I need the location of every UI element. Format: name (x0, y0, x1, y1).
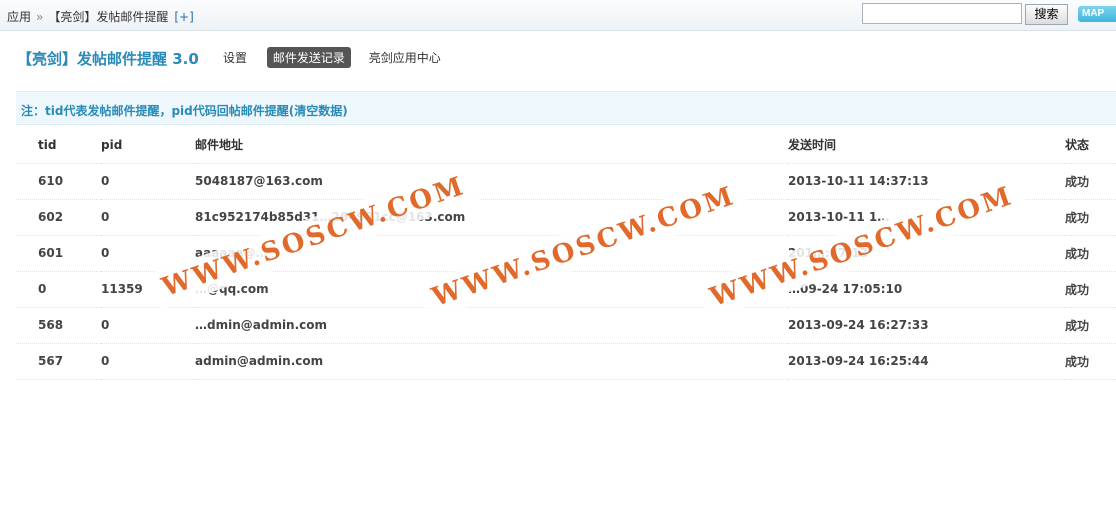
cell-send-time: 2013-09-24 16:27:33 (788, 307, 1065, 344)
table-row: 568 0 …dmin@admin.com 2013-09-24 16:27:3… (16, 307, 1116, 344)
search-input[interactable] (862, 3, 1022, 24)
breadcrumb: 应用 » 【亮剑】发帖邮件提醒 [+] (7, 8, 194, 25)
cell-status: 成功 (1065, 235, 1116, 272)
column-header-tid: tid (16, 127, 101, 164)
table-row: 610 0 5048187@163.com 2013-10-11 14:37:1… (16, 163, 1116, 200)
cell-tid: 567 (16, 343, 101, 380)
table-header-row: tid pid 邮件地址 发送时间 状态 (16, 127, 1116, 164)
app-nav: 设置 邮件发送记录 亮剑应用中心 (223, 47, 455, 68)
cell-tid: 602 (16, 199, 101, 236)
cell-pid: 0 (101, 307, 195, 344)
cell-pid: 0 (101, 163, 195, 200)
cell-tid: 601 (16, 235, 101, 272)
breadcrumb-current-link[interactable]: 【亮剑】发帖邮件提醒 (48, 10, 168, 24)
top-bar: 应用 » 【亮剑】发帖邮件提醒 [+] 搜索 MAP (0, 0, 1116, 31)
app-title: 【亮剑】发帖邮件提醒 3.0 (17, 50, 199, 68)
cell-send-time: 2013-10-11 14:37:13 (788, 163, 1065, 200)
map-button[interactable]: MAP (1078, 6, 1116, 22)
breadcrumb-separator: » (36, 10, 44, 24)
nav-settings[interactable]: 设置 (223, 47, 253, 68)
nav-mail-records[interactable]: 邮件发送记录 (266, 47, 351, 68)
cell-pid: 0 (101, 199, 195, 236)
search-button[interactable]: 搜索 (1025, 4, 1068, 25)
cell-status: 成功 (1065, 271, 1116, 308)
cell-status: 成功 (1065, 307, 1116, 344)
cell-status: 成功 (1065, 163, 1116, 200)
column-header-email: 邮件地址 (195, 127, 788, 164)
cell-status: 成功 (1065, 199, 1116, 236)
add-shortcut-link[interactable]: [+] (174, 10, 193, 24)
cell-send-time: 2013-09-24 16:25:44 (788, 343, 1065, 380)
cell-email: admin@admin.com (195, 343, 788, 380)
cell-pid: 0 (101, 343, 195, 380)
breadcrumb-root-link[interactable]: 应用 (7, 10, 31, 24)
column-header-send-time: 发送时间 (788, 127, 1065, 164)
cell-tid: 610 (16, 163, 101, 200)
column-header-pid: pid (101, 127, 195, 164)
table-row: 567 0 admin@admin.com 2013-09-24 16:25:4… (16, 343, 1116, 380)
notice-bar: 注：tid代表发帖邮件提醒，pid代码回帖邮件提醒(清空数据) (16, 91, 1116, 125)
column-header-status: 状态 (1065, 127, 1116, 164)
cell-status: 成功 (1065, 343, 1116, 380)
cell-tid: 0 (16, 271, 101, 308)
cell-tid: 568 (16, 307, 101, 344)
cell-email: …dmin@admin.com (195, 307, 788, 344)
nav-app-center[interactable]: 亮剑应用中心 (363, 47, 447, 68)
